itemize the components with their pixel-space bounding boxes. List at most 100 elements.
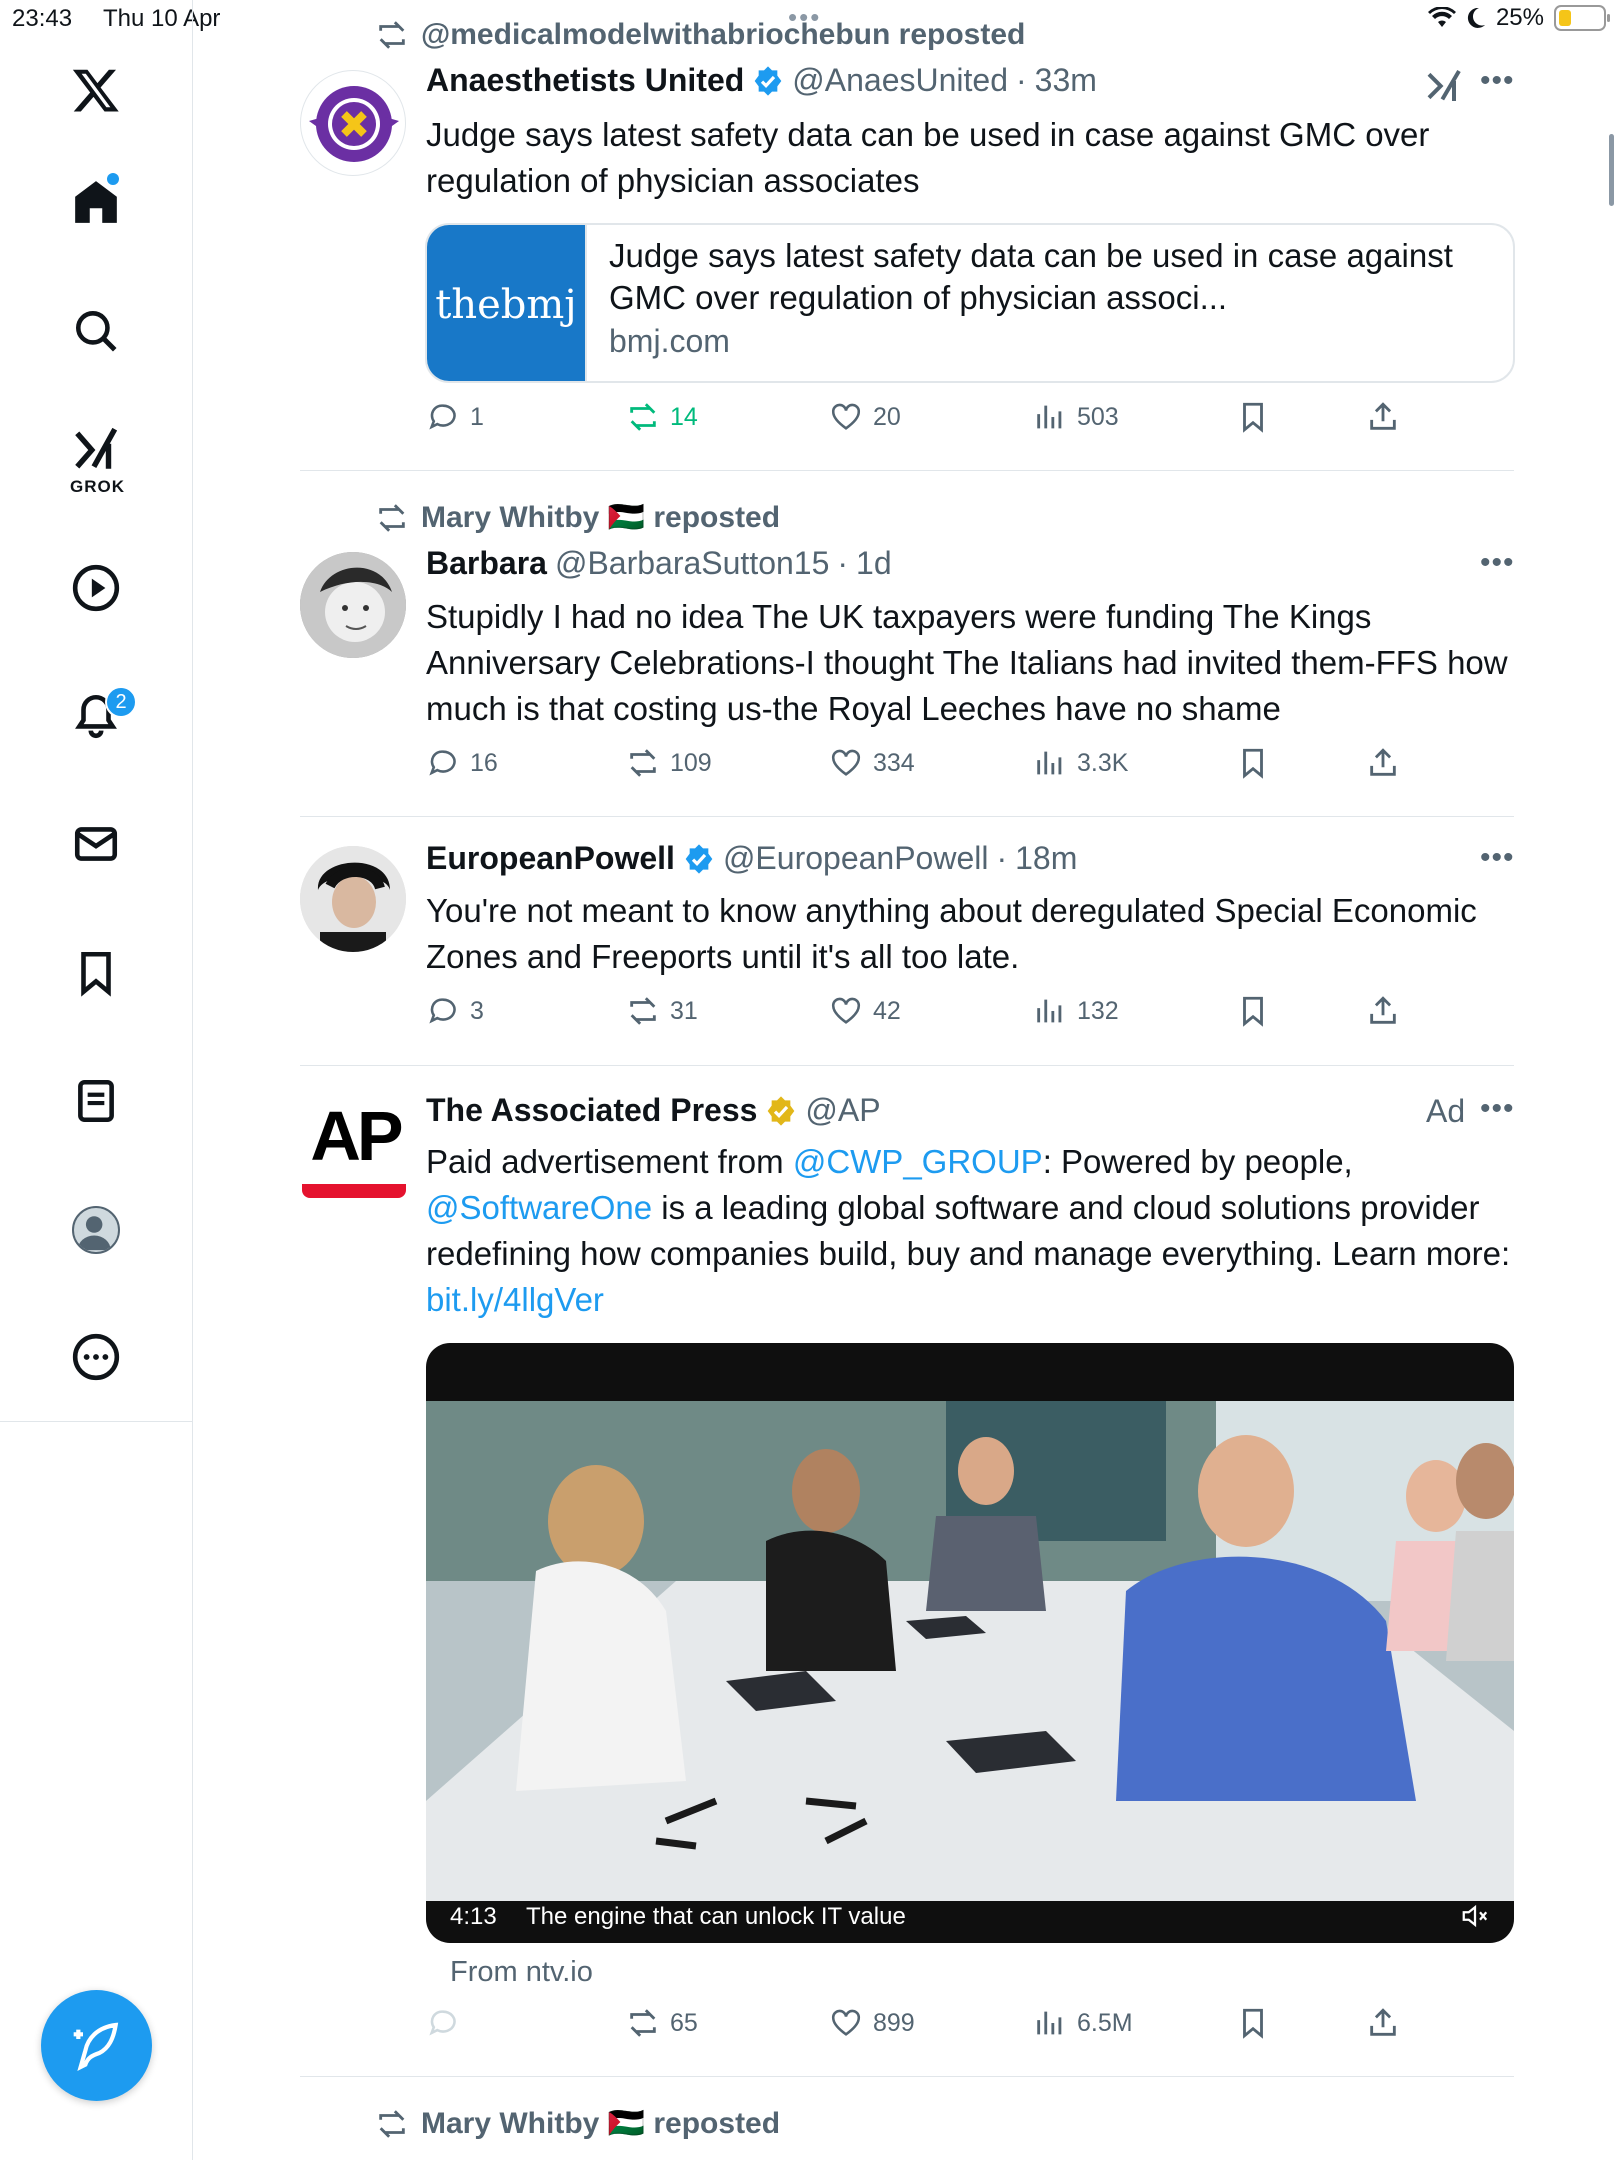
repost-by-text: Mary Whitby 🇵🇸 reposted (421, 2107, 781, 2140)
url-link[interactable]: bit.ly/4llgVer (426, 1281, 604, 1318)
share-button[interactable] (1366, 2006, 1400, 2040)
compose-post-button[interactable] (41, 1990, 152, 2101)
ap-logo-avatar[interactable]: AP (300, 1096, 410, 1206)
author-name[interactable]: Anaesthetists United (426, 62, 744, 99)
post-actions: 1 14 20 503 (426, 400, 1516, 444)
bookmark-button[interactable] (1236, 400, 1270, 434)
author-name[interactable]: Barbara (426, 545, 547, 582)
views-button[interactable]: 3.3K (1033, 746, 1128, 780)
messages-envelope-icon[interactable] (68, 816, 124, 872)
share-button[interactable] (1366, 746, 1400, 780)
avatar[interactable] (300, 552, 406, 658)
repost-count: 109 (670, 748, 712, 777)
views-button[interactable]: 6.5M (1033, 2006, 1133, 2040)
bookmark-icon (1243, 402, 1263, 433)
repost-button[interactable]: 31 (626, 994, 698, 1028)
share-icon (1370, 996, 1396, 1024)
video-duration: 4:13 (450, 1903, 497, 1930)
like-count: 20 (873, 402, 901, 431)
reply-icon (429, 404, 456, 430)
bookmark-button[interactable] (1236, 994, 1270, 1028)
post-header: The Associated Press @AP (426, 1092, 881, 1129)
bookmark-icon (1243, 996, 1263, 1027)
post-actions: 16 109 334 3.3K (426, 746, 1516, 790)
divider (300, 1065, 1514, 1066)
bookmark-button[interactable] (1236, 2006, 1270, 2040)
post-time[interactable]: 1d (856, 545, 892, 582)
video-caption: The engine that can unlock IT value (526, 1903, 906, 1930)
author-name[interactable]: EuropeanPowell (426, 840, 675, 877)
moon-icon (1467, 7, 1485, 28)
reply-count: 3 (470, 996, 484, 1025)
bookmarks-icon[interactable] (68, 945, 124, 1001)
views-chart-icon (1037, 2011, 1062, 2035)
views-chart-icon (1037, 999, 1062, 1023)
reply-button[interactable]: 1 (426, 400, 484, 434)
bookmark-button[interactable] (1236, 746, 1270, 780)
x-logo-icon[interactable] (68, 62, 124, 118)
like-button[interactable]: 20 (829, 400, 901, 434)
repost-indicator: Mary Whitby 🇵🇸 reposted (375, 2106, 780, 2141)
link-preview-card[interactable]: thebmj Judge says latest safety data can… (425, 223, 1515, 383)
share-icon (1370, 2008, 1396, 2036)
like-button[interactable]: 899 (829, 2006, 915, 2040)
post-text: Stupidly I had no idea The UK taxpayers … (426, 598, 1508, 727)
video-source[interactable]: From ntv.io (450, 1956, 593, 1989)
reply-button[interactable]: 3 (426, 994, 484, 1028)
avatar[interactable] (300, 846, 406, 952)
video-player[interactable]: 4:13 The engine that can unlock IT value (426, 1343, 1514, 1943)
repost-button[interactable]: 65 (626, 2006, 698, 2040)
mute-speaker-icon[interactable] (1458, 1901, 1492, 1931)
like-count: 334 (873, 748, 915, 777)
repost-icon (379, 21, 405, 49)
share-button[interactable] (1366, 994, 1400, 1028)
heart-icon (831, 2009, 861, 2036)
more-options-icon[interactable]: ••• (1480, 64, 1515, 98)
compose-feather-icon (73, 2022, 118, 2071)
repost-by-text: @medicalmodelwithabriochebun reposted (421, 18, 1026, 51)
author-name[interactable]: The Associated Press (426, 1092, 757, 1129)
author-handle[interactable]: @EuropeanPowell (723, 840, 989, 877)
post-actions: 3 31 42 132 (426, 994, 1516, 1038)
home-unread-dot (107, 173, 119, 185)
author-handle[interactable]: @BarbaraSutton15 (555, 545, 829, 582)
profile-avatar-icon[interactable] (72, 1206, 120, 1254)
repost-icon (379, 2109, 405, 2138)
mention-link[interactable]: @CWP_GROUP (793, 1143, 1043, 1180)
heart-icon (831, 403, 861, 430)
views-button[interactable]: 503 (1033, 400, 1119, 434)
reply-count: 1 (470, 402, 484, 431)
divider (300, 470, 1514, 471)
post-time[interactable]: 18m (1015, 840, 1077, 877)
repost-icon (630, 749, 656, 777)
share-button[interactable] (1366, 400, 1400, 434)
bookmark-icon (1243, 2008, 1263, 2039)
like-button[interactable]: 334 (829, 746, 915, 780)
grok-icon[interactable] (68, 422, 124, 478)
lists-icon[interactable] (68, 1073, 124, 1129)
reply-button[interactable] (426, 2006, 470, 2040)
bookmark-icon (1243, 748, 1263, 779)
video-play-icon[interactable] (68, 560, 124, 616)
wifi-icon (1427, 7, 1456, 27)
scrollbar[interactable] (1609, 134, 1614, 206)
post-time[interactable]: 33m (1035, 62, 1097, 99)
more-options-icon[interactable]: ••• (1480, 1092, 1515, 1126)
repost-button[interactable]: 14 (626, 400, 698, 434)
views-button[interactable]: 132 (1033, 994, 1119, 1028)
avatar[interactable] (300, 70, 406, 176)
more-options-icon[interactable]: ••• (1480, 841, 1515, 875)
search-icon[interactable] (68, 303, 124, 359)
repost-button[interactable]: 109 (626, 746, 712, 780)
grok-explain-icon[interactable] (1424, 66, 1464, 106)
more-options-icon[interactable] (68, 1329, 124, 1385)
card-title: Judge says latest safety data can be use… (609, 237, 1453, 316)
more-options-icon[interactable]: ••• (1480, 546, 1515, 580)
heart-icon (831, 997, 861, 1024)
reply-button[interactable]: 16 (426, 746, 498, 780)
post-actions: 65 899 6.5M (426, 2006, 1516, 2050)
like-button[interactable]: 42 (829, 994, 901, 1028)
mention-link[interactable]: @SoftwareOne (426, 1189, 652, 1226)
author-handle[interactable]: @AnaesUnited (792, 62, 1008, 99)
author-handle[interactable]: @AP (805, 1092, 880, 1129)
